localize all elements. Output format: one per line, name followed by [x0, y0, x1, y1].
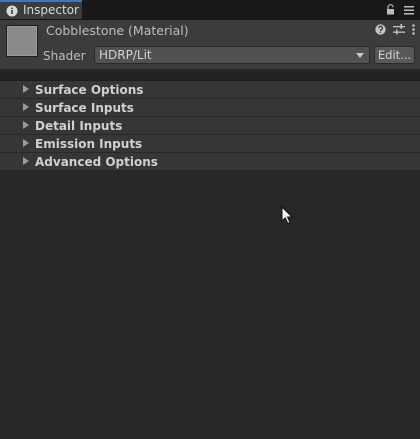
info-icon [5, 4, 19, 18]
header-tools [375, 24, 415, 38]
chevron-right-icon [23, 103, 29, 111]
chevron-right-icon [23, 157, 29, 165]
chevron-down-icon [356, 53, 364, 58]
foldout-label: Advanced Options [35, 155, 158, 169]
material-title: Cobblestone (Material) [46, 23, 189, 38]
foldout-advanced-options[interactable]: Advanced Options [0, 153, 420, 171]
shader-label: Shader [43, 49, 86, 63]
foldout-label: Surface Options [35, 83, 144, 97]
chevron-right-icon [23, 85, 29, 93]
foldout-label: Detail Inputs [35, 119, 123, 133]
shader-dropdown[interactable]: HDRP/Lit [94, 46, 370, 64]
tab-bar: Inspector [0, 0, 420, 20]
inspector-window: Inspector Cobblestone (Material) Shader … [0, 0, 420, 439]
chevron-right-icon [23, 121, 29, 129]
chevron-right-icon [23, 139, 29, 147]
foldout-surface-options[interactable]: Surface Options [0, 81, 420, 99]
header-divider [0, 71, 420, 81]
tab-inspector[interactable]: Inspector [0, 0, 82, 19]
foldout-label: Surface Inputs [35, 101, 134, 115]
mouse-cursor-icon [281, 205, 294, 228]
shader-value: HDRP/Lit [99, 48, 152, 62]
foldout-surface-inputs[interactable]: Surface Inputs [0, 99, 420, 117]
foldout-list: Surface Options Surface Inputs Detail In… [0, 81, 420, 171]
help-icon[interactable] [375, 24, 386, 38]
material-preview [6, 25, 38, 57]
tab-tools [386, 2, 414, 17]
more-icon[interactable] [412, 24, 415, 38]
material-header: Cobblestone (Material) Shader HDRP/Lit E… [0, 20, 420, 70]
foldout-label: Emission Inputs [35, 137, 143, 151]
edit-shader-button[interactable]: Edit... [374, 46, 415, 64]
tab-label: Inspector [23, 3, 79, 17]
foldout-detail-inputs[interactable]: Detail Inputs [0, 117, 420, 135]
foldout-emission-inputs[interactable]: Emission Inputs [0, 135, 420, 153]
settings-sliders-icon[interactable] [393, 24, 405, 38]
menu-icon[interactable] [404, 5, 414, 15]
lock-icon[interactable] [386, 4, 395, 15]
